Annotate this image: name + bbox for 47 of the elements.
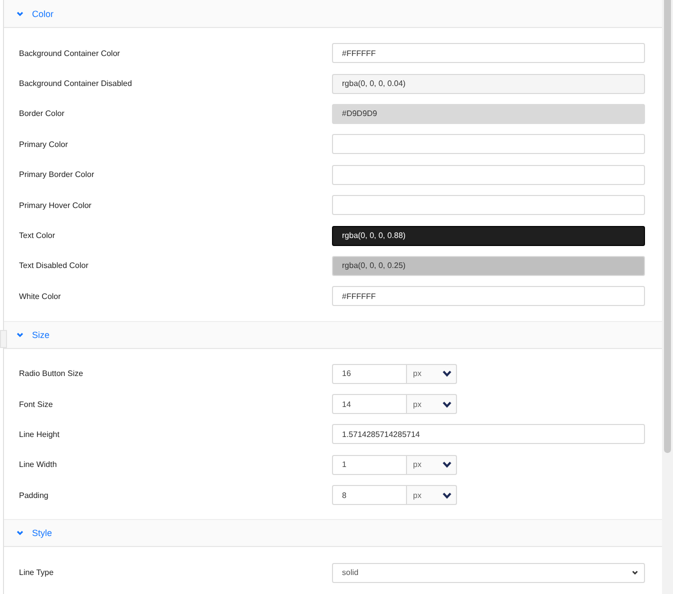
field-label: Text Color — [18, 231, 56, 240]
field-label: Primary Border Color — [18, 170, 96, 180]
text-field[interactable]: 1.5714285714285714 — [332, 424, 645, 444]
field-label: Line Type — [18, 568, 55, 578]
color-field[interactable] — [332, 134, 645, 154]
color-field[interactable]: rgba(0, 0, 0, 0.88) — [332, 226, 645, 246]
unit-dropdown[interactable]: px — [407, 364, 457, 384]
color-field[interactable] — [332, 164, 645, 185]
section-title: Size — [32, 330, 50, 340]
color-field[interactable]: rgba(0, 0, 0, 0.25) — [332, 256, 645, 276]
field-label: Font Size — [18, 400, 54, 409]
number-field[interactable]: 14 — [332, 394, 407, 414]
field-label: Primary Color — [18, 140, 69, 149]
field-label: Line Height — [18, 430, 60, 439]
section-header[interactable]: Style — [4, 519, 663, 548]
chevron-down-icon — [442, 370, 452, 378]
chevron-down-icon — [442, 461, 452, 468]
field-label: White Color — [18, 292, 62, 301]
field-label: Line Width — [18, 460, 58, 470]
resize-handle[interactable] — [0, 330, 7, 348]
color-field[interactable]: #D9D9D9 — [332, 104, 645, 124]
color-field[interactable]: #FFFFFF — [332, 43, 645, 64]
color-field[interactable]: #FFFFFF — [332, 286, 645, 306]
chevron-down-icon — [632, 570, 638, 576]
field-label: Border Color — [18, 109, 66, 118]
section-header[interactable]: Color — [4, 0, 663, 28]
section-title: Color — [32, 8, 54, 18]
color-field[interactable] — [332, 195, 645, 216]
number-field[interactable]: 16 — [332, 364, 407, 384]
number-field[interactable]: 8 — [332, 485, 407, 506]
color-field[interactable]: rgba(0, 0, 0, 0.04) — [332, 74, 645, 94]
scrollbar[interactable] — [662, 0, 673, 594]
unit-dropdown[interactable]: px — [407, 485, 457, 506]
field-label: Background Container Color — [18, 48, 121, 58]
select-dropdown[interactable]: solid — [332, 562, 645, 583]
unit-dropdown[interactable]: px — [407, 454, 457, 475]
unit-dropdown[interactable]: px — [407, 394, 457, 414]
chevron-down-icon — [442, 492, 452, 499]
field-label: Radio Button Size — [18, 369, 84, 378]
number-field[interactable]: 1 — [332, 454, 407, 475]
section-title: Style — [32, 528, 52, 538]
field-label: Padding — [18, 490, 50, 500]
field-label: Primary Hover Color — [18, 200, 92, 210]
chevron-down-icon — [442, 400, 452, 408]
section-header[interactable]: Size — [4, 320, 663, 349]
field-label: Background Container Disabled — [18, 79, 133, 88]
field-label: Text Disabled Color — [18, 261, 90, 270]
